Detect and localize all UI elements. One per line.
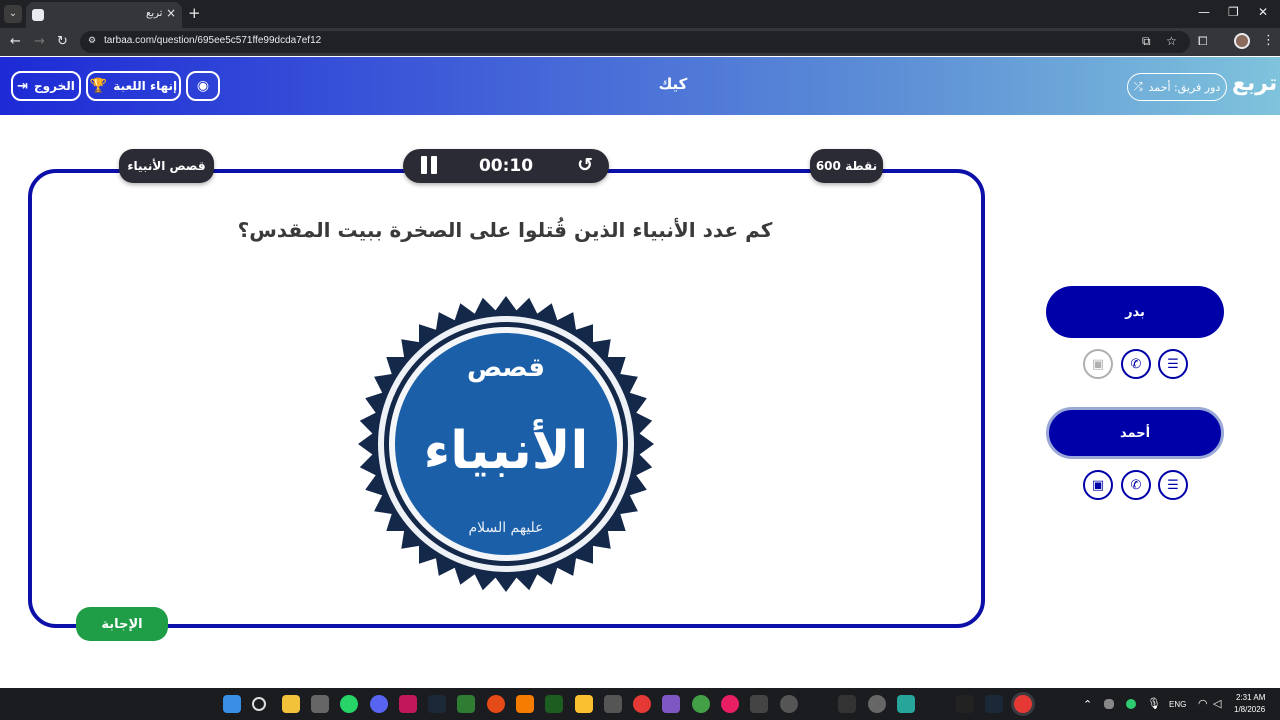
microphone-icon[interactable]: 🎙 [1147,697,1161,710]
notes-icon[interactable] [575,695,593,713]
spreadsheet-icon[interactable] [545,695,563,713]
forward-button[interactable]: → [34,34,45,49]
exit-label: الخروج [34,79,75,93]
ticket-icon: ▣ [1091,477,1105,493]
palette-button[interactable]: ◉ [186,71,220,101]
clock-date[interactable]: 1/8/2026 [1234,705,1265,714]
app-c-icon[interactable] [662,695,680,713]
app-f-icon[interactable] [750,695,768,713]
team-turn-indicator: ⤮ دور فريق: أحمد [1127,73,1227,101]
team-badr-double-points-button[interactable]: ▣ [1083,349,1113,379]
phone-icon: ✆ [1130,356,1142,372]
seal-bottom-text: عليهم السلام [468,520,543,536]
logo: تربع [1232,71,1278,96]
bookmark-star-icon[interactable]: ☆ [1166,34,1177,48]
app-header: ⇥ الخروج 🏆 إنهاء اللعبة ◉ كيك ⤮ دور فريق… [0,57,1280,115]
chrome-icon[interactable] [633,695,651,713]
app-d-icon[interactable] [692,695,710,713]
speed-test-icon[interactable] [780,695,798,713]
discord-icon[interactable] [370,695,388,713]
search-icon[interactable] [252,697,266,711]
tab-search-button[interactable]: ⌄ [4,5,22,23]
team-ahmad-double-points-button[interactable]: ▣ [1083,470,1113,500]
tray-overflow-icon[interactable]: ⌃ [1083,698,1092,711]
prophets-stories-seal-image: قصص الأنبياء عليهم السلام [358,296,654,592]
site-favicon-icon [32,9,44,21]
profile-avatar[interactable] [1234,33,1250,49]
tray-status-icon[interactable] [1126,699,1136,709]
team-badr-button[interactable]: بدر [1046,286,1224,338]
trophy-icon: 🏆 [89,78,108,94]
install-app-icon[interactable]: ⧉ [1142,34,1151,49]
browser-tab-bar: ⌄ تربع × + — ❐ ✕ [0,0,1280,28]
back-button[interactable]: ← [10,34,21,49]
tray-app-icon[interactable] [1104,699,1114,709]
page-title: كيك [658,75,688,93]
phone-icon: ✆ [1130,477,1142,493]
app-a-icon[interactable] [516,695,534,713]
answer-button[interactable]: الإجابة [76,607,168,641]
seal-main-text: الأنبياء [424,418,589,481]
browser-menu-icon[interactable]: ⋮ [1262,33,1275,48]
shuffle-icon: ⤮ [1133,80,1143,93]
steam-running-icon[interactable] [985,695,1003,713]
clock-time[interactable]: 2:31 AM [1236,693,1265,702]
turn-label: دور فريق: أحمد [1148,80,1221,94]
language-indicator[interactable]: ENG [1169,700,1186,709]
url-text: tarbaa.com/question/695ee5c571ffe99dcda7… [104,35,322,46]
game-launcher-icon[interactable] [487,695,505,713]
minimize-button[interactable]: — [1198,5,1210,19]
team-badr-choices-button[interactable]: ☰ [1158,349,1188,379]
extensions-icon[interactable]: ⧠ [1198,34,1208,49]
settings-app-icon[interactable] [311,695,329,713]
timer-panel: 00:10 ↺ [403,149,609,183]
restore-button[interactable]: ❐ [1228,5,1239,19]
end-game-label: إنهاء اللعبة [113,79,178,93]
tab-title: تربع [146,8,163,19]
file-explorer-icon[interactable] [282,695,300,713]
end-game-button[interactable]: 🏆 إنهاء اللعبة [86,71,181,101]
list-icon: ☰ [1167,477,1179,493]
app-b-icon[interactable] [604,695,622,713]
browser-toolbar: ← → ↻ ⚙ tarbaa.com/question/695ee5c571ff… [0,28,1280,56]
reset-timer-icon[interactable]: ↺ [577,154,593,176]
chrome-active-icon[interactable] [1014,695,1032,713]
app-h-icon[interactable] [868,695,886,713]
team-ahmad-call-button[interactable]: ✆ [1121,470,1151,500]
seal-top-text: قصص [467,353,545,383]
reload-button[interactable]: ↻ [57,34,68,49]
start-menu-icon[interactable] [223,695,241,713]
app-i-icon[interactable] [897,695,915,713]
tab-close-icon[interactable]: × [166,6,176,20]
minecraft-icon[interactable] [457,695,475,713]
app-g-icon[interactable] [838,695,856,713]
category-badge: قصص الأنبياء [119,149,214,183]
steam-icon[interactable] [428,695,446,713]
whatsapp-icon[interactable] [340,695,358,713]
team-badr-call-button[interactable]: ✆ [1121,349,1151,379]
app-j-icon[interactable] [956,695,974,713]
new-tab-button[interactable]: + [188,4,201,22]
site-info-icon[interactable]: ⚙ [88,36,96,46]
timer-display: 00:10 [478,156,534,176]
palette-icon: ◉ [196,78,210,94]
app-k-icon[interactable] [399,695,417,713]
list-icon: ☰ [1167,356,1179,372]
wifi-icon[interactable]: ◠ [1198,697,1208,710]
points-badge: 600 نقطة [810,149,883,183]
team-ahmad-button[interactable]: أحمد [1046,407,1224,459]
browser-tab[interactable]: تربع × [26,2,182,28]
app-e-icon[interactable] [721,695,739,713]
exit-icon: ⇥ [17,78,29,94]
exit-button[interactable]: ⇥ الخروج [11,71,81,101]
team-ahmad-choices-button[interactable]: ☰ [1158,470,1188,500]
question-text: كم عدد الأنبياء الذين قُتلوا على الصخرة … [237,218,773,242]
pause-button[interactable] [421,156,437,174]
ticket-icon: ▣ [1091,356,1105,372]
windows-taskbar: ⌃ 🎙 ENG ◠ ◁ 2:31 AM 1/8/2026 [0,688,1280,720]
close-window-button[interactable]: ✕ [1258,5,1268,19]
address-bar[interactable]: ⚙ tarbaa.com/question/695ee5c571ffe99dcd… [80,31,1190,53]
volume-icon[interactable]: ◁ [1213,697,1221,710]
